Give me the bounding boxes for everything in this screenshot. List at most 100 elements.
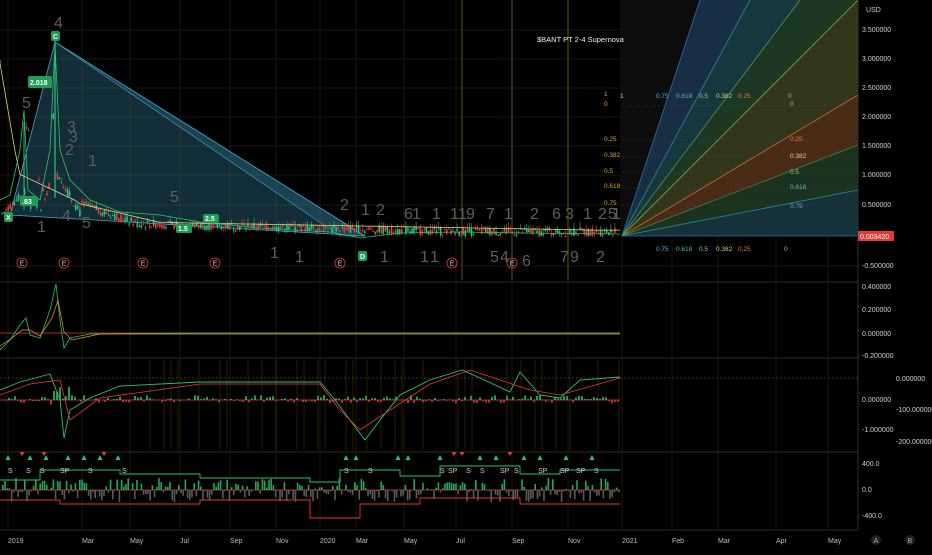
earnings-marker-label: E bbox=[213, 261, 218, 268]
candle-body bbox=[46, 193, 48, 195]
histogram-bar bbox=[245, 396, 247, 400]
wave-digit: 5 bbox=[490, 249, 499, 266]
histogram-bar bbox=[74, 397, 76, 400]
volume-bar bbox=[83, 483, 85, 490]
fib-level-label: 0.5 bbox=[604, 168, 613, 175]
histogram-bar bbox=[341, 400, 343, 403]
volume-bar bbox=[24, 481, 26, 490]
log-scale-button[interactable]: B bbox=[905, 535, 915, 545]
volume-bar bbox=[22, 490, 24, 492]
candle-body bbox=[436, 230, 438, 233]
histogram-bar bbox=[188, 399, 190, 400]
volume-bar bbox=[484, 484, 486, 490]
volume-bar bbox=[198, 480, 200, 490]
candle-body bbox=[280, 228, 282, 229]
volume-bar bbox=[297, 483, 299, 490]
histogram-bar bbox=[413, 400, 415, 403]
volume-bar bbox=[490, 490, 492, 502]
volume-bar bbox=[585, 481, 587, 490]
volume-bar bbox=[33, 486, 35, 490]
pattern-point-x: X bbox=[4, 212, 13, 222]
volume-bar bbox=[143, 490, 145, 495]
candle-body bbox=[362, 230, 364, 232]
volume-bar bbox=[226, 480, 228, 490]
candle-body bbox=[467, 229, 469, 231]
volume-bar bbox=[259, 490, 261, 494]
candle-body bbox=[372, 231, 374, 232]
volume-bar bbox=[413, 479, 415, 490]
candle-body bbox=[380, 226, 382, 233]
candle-body bbox=[161, 225, 163, 228]
candle-body bbox=[536, 231, 538, 233]
histogram-bar bbox=[389, 398, 391, 400]
volume-bar bbox=[39, 484, 41, 490]
volume-bar bbox=[270, 479, 272, 490]
histogram-bar bbox=[215, 399, 217, 400]
annotation-2018: 2.018 bbox=[28, 76, 52, 88]
signal-label: S bbox=[88, 468, 93, 475]
candle-body bbox=[294, 227, 296, 232]
annotation-15: 1.5 bbox=[176, 224, 192, 233]
candle-body bbox=[440, 227, 442, 235]
volume-bar bbox=[312, 490, 314, 501]
histogram-bar bbox=[125, 400, 127, 402]
volume-bar bbox=[510, 490, 512, 491]
wave-digit: 5 bbox=[22, 95, 31, 112]
volume-bar bbox=[290, 490, 292, 491]
volume-bar bbox=[409, 490, 411, 499]
volume-bar bbox=[57, 481, 59, 490]
volume-bar bbox=[77, 490, 79, 498]
auto-scale-button[interactable]: A bbox=[871, 535, 881, 545]
volume-bar bbox=[385, 490, 387, 498]
fib-top-label: 0.382 bbox=[716, 93, 733, 100]
candle-body bbox=[81, 201, 83, 203]
volume-bar bbox=[552, 479, 554, 490]
histogram-bar bbox=[62, 399, 64, 400]
volume-bar bbox=[59, 481, 61, 490]
histogram-bar bbox=[113, 399, 115, 400]
histogram-bar bbox=[482, 400, 484, 401]
candle-body bbox=[239, 227, 241, 231]
candle-body bbox=[245, 228, 247, 230]
wave-digit: 1 bbox=[37, 219, 46, 236]
candle-body bbox=[132, 224, 134, 225]
candle-body bbox=[108, 215, 110, 216]
volume-bar bbox=[193, 483, 195, 490]
candle-body bbox=[370, 228, 372, 229]
candle-body bbox=[169, 221, 171, 222]
volume-bar bbox=[125, 484, 127, 490]
volume-bar bbox=[435, 488, 437, 490]
candle-body bbox=[493, 229, 495, 234]
candle-body bbox=[325, 227, 327, 228]
candle-body bbox=[163, 225, 165, 229]
wave-digit: 1 bbox=[430, 249, 439, 266]
volume-bar bbox=[119, 490, 121, 502]
histogram-bar bbox=[473, 400, 475, 403]
volume-bar bbox=[9, 488, 11, 490]
candle-body bbox=[526, 229, 528, 232]
candle-body bbox=[116, 213, 118, 220]
last-price-tag: 0.003420 bbox=[858, 231, 894, 241]
annotation-label: 1.5 bbox=[178, 226, 188, 233]
histogram-bar bbox=[239, 400, 241, 401]
volume-bar bbox=[92, 490, 94, 492]
volume-bar bbox=[66, 481, 68, 490]
fib-fan: 00.250.3820.50.6180.75110.750.6180.50.38… bbox=[604, 0, 858, 253]
volume-bar bbox=[310, 490, 312, 497]
chart-canvas[interactable]: 00.250.3820.50.6180.75110.750.6180.50.38… bbox=[0, 0, 932, 550]
candle-body bbox=[67, 189, 69, 196]
candle-body bbox=[344, 227, 346, 232]
signal-label: S bbox=[8, 468, 13, 475]
time-axis-label: May bbox=[130, 538, 144, 545]
osc3-axis-label: 400.0 bbox=[862, 461, 880, 468]
volume-bar bbox=[288, 490, 290, 494]
candle-body bbox=[9, 204, 11, 209]
volume-bar bbox=[537, 490, 539, 499]
volume-bar bbox=[277, 490, 279, 491]
candle-body bbox=[257, 225, 259, 230]
volume-bar bbox=[308, 485, 310, 490]
volume-bar bbox=[90, 490, 92, 500]
volume-bar bbox=[185, 479, 187, 490]
candle-body bbox=[335, 227, 337, 232]
candle-body bbox=[106, 212, 108, 214]
